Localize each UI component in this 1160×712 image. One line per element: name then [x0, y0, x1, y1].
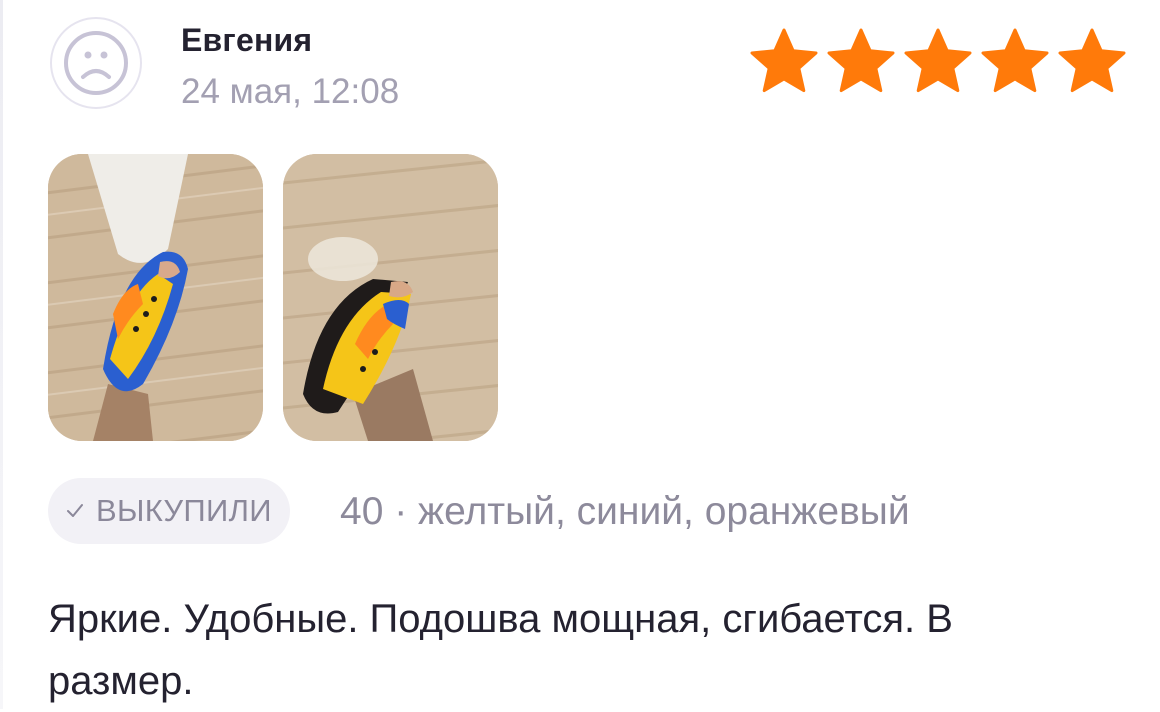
check-icon: [66, 502, 84, 520]
product-variant: 40 · желтый, синий, оранжевый: [340, 490, 910, 533]
author-name: Евгения: [181, 22, 313, 58]
star-icon: [979, 26, 1051, 98]
star-icon: [1056, 26, 1128, 98]
avatar[interactable]: [50, 17, 142, 109]
review-date: 24 мая, 12:08: [181, 72, 400, 111]
star-icon: [748, 26, 820, 98]
card-edge: [0, 0, 3, 709]
star-icon: [902, 26, 974, 98]
star-icon: [825, 26, 897, 98]
review-text: Яркие. Удобные. Подошва мощная, сгибаетс…: [48, 597, 953, 703]
user-placeholder-icon: [64, 31, 128, 95]
review-photo-1[interactable]: [48, 154, 263, 441]
rating-stars: [748, 26, 1128, 98]
review-card: Евгения 24 мая, 12:08 ВЫКУПИЛИ 40 · желт…: [0, 0, 1160, 709]
bought-label: ВЫКУПИЛИ: [96, 493, 272, 528]
bought-badge: ВЫКУПИЛИ: [48, 478, 290, 544]
review-photo-2[interactable]: [283, 154, 498, 441]
